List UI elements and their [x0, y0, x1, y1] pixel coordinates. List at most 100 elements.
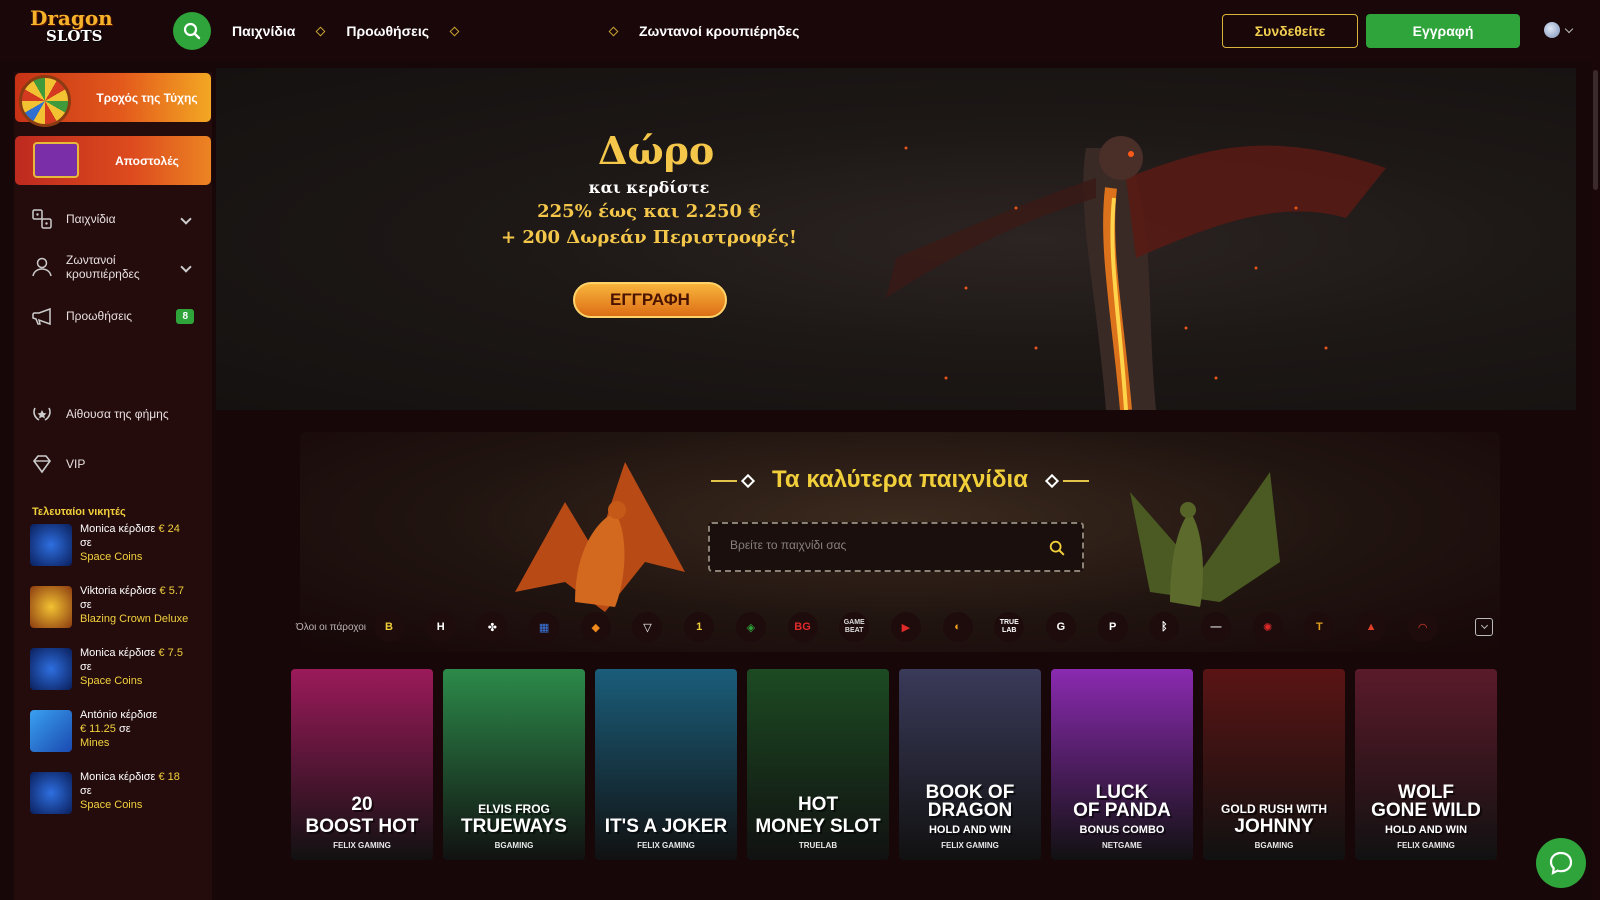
sidebar-item-live-dealers[interactable]: Ζωντανοί κρουπιέρηδες: [14, 250, 212, 284]
winner-text: António κέρδισε: [80, 709, 158, 721]
sidebar-item-hall-of-fame[interactable]: Αίθουσα της φήμης: [14, 402, 212, 426]
game-card[interactable]: ELVIS FROG TRUEWAYS BGAMING: [443, 669, 585, 860]
provider-logo[interactable]: T: [1304, 612, 1335, 642]
dragon-slots-logo[interactable]: Dragon SLOTS: [30, 8, 122, 48]
provider-logo[interactable]: G: [1045, 612, 1076, 642]
game-provider: BGAMING: [1254, 841, 1294, 850]
game-card[interactable]: HOT MONEY SLOT TRUELAB: [747, 669, 889, 860]
provider-logo[interactable]: ▽: [632, 612, 663, 642]
diamond-icon: [32, 455, 52, 474]
provider-logo-text: ◈: [746, 621, 756, 634]
provider-logo[interactable]: —: [1201, 612, 1231, 642]
provider-logo[interactable]: ✺: [1252, 612, 1283, 642]
game-title-l3: BONUS COMBO: [1079, 824, 1165, 836]
title-ornament-icon: [1062, 479, 1089, 482]
missions-button[interactable]: Αποστολές: [15, 136, 211, 185]
provider-logo[interactable]: ◆: [580, 612, 611, 642]
sidebar-item-promotions[interactable]: Προωθήσεις 8: [14, 304, 212, 328]
provider-logo[interactable]: BG: [787, 612, 818, 642]
search-icon[interactable]: [1048, 539, 1066, 557]
winner-game: Blazing Crown Deluxe: [80, 613, 189, 625]
nav-games[interactable]: Παιχνίδια: [232, 23, 295, 39]
provider-logo[interactable]: ▦: [529, 612, 560, 642]
game-card[interactable]: GOLD RUSH WITH JOHNNY BGAMING: [1203, 669, 1345, 860]
laurel-icon: [33, 407, 51, 421]
provider-logo-text: BG: [794, 621, 811, 633]
provider-logo[interactable]: ▶: [890, 612, 921, 642]
provider-logo-text: B: [385, 621, 393, 633]
title-ornament-icon: [1044, 473, 1059, 488]
hero-banner[interactable]: Δώρο και κερδίστε 225% έως και 2.250 € +…: [216, 68, 1576, 410]
sidebar-item-games[interactable]: Παιχνίδια: [14, 204, 212, 234]
page-scrollbar[interactable]: [1592, 0, 1600, 900]
game-provider: FELIX GAMING: [637, 841, 695, 850]
game-card[interactable]: 20 BOOST HOT FELIX GAMING: [291, 669, 433, 860]
provider-logo-text: ▦: [538, 621, 550, 634]
hero-register-button[interactable]: ΕΓΓΡΑΦΗ: [561, 268, 739, 330]
winner-in: σε: [80, 599, 92, 611]
nav-live-dealers[interactable]: Ζωντανοί κρουπιέρηδες: [639, 23, 799, 39]
game-title-l1: GOLD RUSH WITH: [1221, 802, 1327, 816]
provider-logo[interactable]: ᛒ: [1149, 612, 1180, 642]
login-button[interactable]: Συνδεθείτε: [1222, 14, 1358, 48]
top-bar: Dragon SLOTS Παιχνίδια Προωθήσεις Ζωνταν…: [0, 0, 1600, 62]
live-chat-button[interactable]: [1536, 838, 1586, 888]
winner-amount: € 18: [158, 771, 180, 783]
game-provider: TRUELAB: [798, 841, 838, 850]
hero-line-1: και κερδίστε: [588, 178, 710, 197]
games-icon: [32, 209, 52, 229]
provider-logo[interactable]: ▲: [1356, 612, 1387, 642]
provider-logo[interactable]: GAME BEAT: [839, 612, 870, 642]
winner-item[interactable]: Viktoria κέρδισε € 5.7 σε Blazing Crown De…: [30, 584, 210, 638]
provider-logo[interactable]: P: [1097, 612, 1128, 642]
winner-text: Viktoria κέρδισε: [80, 585, 157, 597]
provider-logo[interactable]: ✤: [477, 612, 508, 642]
provider-list: B H ✤ ▦ ◆ ▽ 1 ◈ BG GAME BEAT ▶ ◐ TRUE LAB G P ᛒ — ✺ T ▲ ◠: [374, 612, 1459, 642]
provider-logo[interactable]: ◠: [1407, 612, 1438, 642]
winner-item[interactable]: Monica κέρδισε € 24 σε Space Coins: [30, 522, 210, 576]
provider-logo[interactable]: 1: [684, 612, 715, 642]
logo-text: Dragon: [30, 6, 113, 30]
provider-logo-text: T: [1316, 621, 1323, 633]
game-title-l2: GONE WILD: [1371, 800, 1481, 821]
language-selector[interactable]: [1544, 22, 1574, 38]
sidebar-item-vip[interactable]: VIP: [14, 452, 212, 476]
provider-logo[interactable]: ◐: [942, 612, 973, 642]
winner-text: Monica κέρδισε: [80, 647, 156, 659]
provider-logo[interactable]: ◈: [735, 612, 766, 642]
game-thumbnail: [30, 710, 72, 752]
game-title-l2: MONEY SLOT: [755, 816, 881, 837]
winner-item[interactable]: Monica κέρδισε € 18 σε Space Coins: [30, 770, 210, 824]
winner-game: Space Coins: [80, 799, 143, 811]
winner-item[interactable]: António κέρδισε € 11.25 σε Mines: [30, 708, 210, 762]
provider-logo[interactable]: TRUE LAB: [994, 612, 1025, 642]
sidebar-item-label: Προωθήσεις: [66, 309, 133, 323]
game-search-box[interactable]: [708, 522, 1084, 572]
provider-logo[interactable]: B: [374, 612, 404, 642]
game-card[interactable]: IT'S A JOKER FELIX GAMING: [595, 669, 737, 860]
winner-in: σε: [80, 785, 92, 797]
provider-logo-text: GAME BEAT: [843, 619, 865, 634]
winner-game: Space Coins: [80, 675, 143, 687]
game-card[interactable]: LUCK OF PANDA BONUS COMBO NETGAME: [1051, 669, 1193, 860]
sidebar-item-label: Παιχνίδια: [66, 212, 116, 226]
game-title-l2: OF PANDA: [1073, 800, 1171, 821]
all-providers-link[interactable]: Όλοι οι πάροχοι: [296, 622, 374, 633]
winner-item[interactable]: Monica κέρδισε € 7.5 σε Space Coins: [30, 646, 210, 700]
game-card[interactable]: WOLF GONE WILD HOLD AND WIN FELIX GAMING: [1355, 669, 1497, 860]
search-button[interactable]: [173, 12, 211, 50]
chevron-down-icon: [1564, 24, 1574, 33]
game-search-input[interactable]: [730, 538, 1030, 552]
chevron-down-icon: [180, 213, 192, 225]
winner-amount: € 11.25: [80, 723, 116, 735]
game-card[interactable]: BOOK OF DRAGON HOLD AND WIN FELIX GAMING: [899, 669, 1041, 860]
game-thumbnail: [30, 772, 72, 814]
nav-promotions[interactable]: Προωθήσεις: [346, 23, 429, 39]
treasure-chest-icon: [33, 142, 79, 178]
scrollbar-thumb[interactable]: [1593, 70, 1598, 190]
winner-in: σε: [80, 537, 92, 549]
wheel-of-fortune-button[interactable]: Τροχός της Τύχης: [15, 73, 211, 127]
provider-logo[interactable]: H: [425, 612, 456, 642]
more-providers-button[interactable]: [1475, 618, 1494, 636]
register-button[interactable]: Εγγραφή: [1366, 14, 1520, 48]
